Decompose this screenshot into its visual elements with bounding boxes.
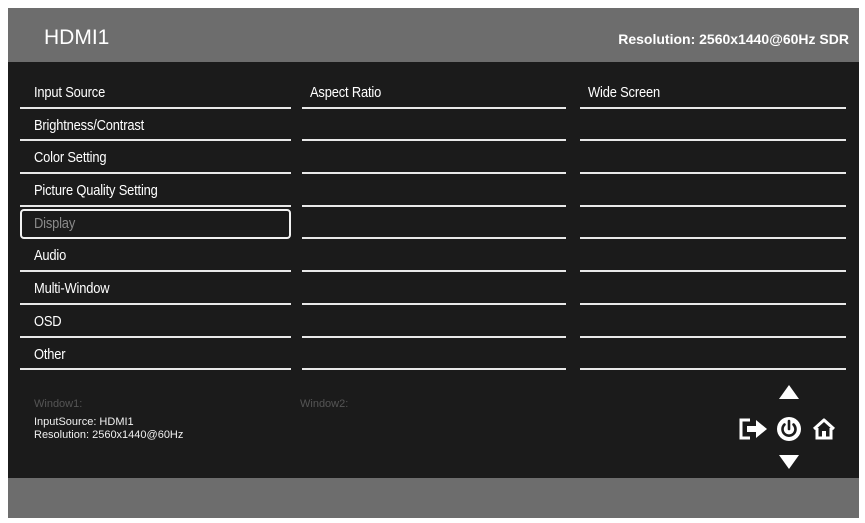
divider — [302, 204, 566, 207]
divider — [580, 302, 846, 305]
divider — [580, 368, 846, 371]
divider — [302, 172, 566, 175]
divider — [580, 204, 846, 207]
exit-icon[interactable] — [738, 417, 768, 441]
option-item-label: Wide Screen — [588, 84, 660, 101]
menu-item-label: Input Source — [34, 84, 106, 101]
menu-item-osd[interactable]: OSD — [20, 307, 291, 340]
divider — [302, 302, 566, 305]
divider — [580, 139, 846, 142]
triangle-up-icon[interactable] — [779, 385, 799, 399]
menu-item-picture-quality-setting[interactable]: Picture Quality Setting — [20, 176, 291, 209]
menu-item-label: OSD — [34, 312, 62, 330]
divider — [20, 139, 291, 142]
divider — [20, 204, 291, 207]
submenu-item-empty — [302, 241, 566, 274]
divider — [20, 270, 291, 273]
divider — [580, 237, 846, 240]
input-title: HDMI1 — [44, 26, 110, 49]
osd-menu: HDMI1 Resolution: 2560x1440@60Hz SDR Inp… — [8, 8, 859, 518]
divider — [302, 270, 566, 273]
option-item-empty — [580, 176, 846, 209]
divider — [20, 106, 291, 109]
home-icon[interactable] — [812, 418, 836, 440]
divider — [20, 368, 291, 371]
menu-item-audio[interactable]: Audio — [20, 241, 291, 274]
divider — [580, 106, 846, 109]
submenu-item-empty — [302, 340, 566, 373]
divider — [580, 335, 846, 338]
main-menu-column: Input Source Brightness/Contrast Color S… — [20, 78, 291, 372]
divider — [580, 172, 846, 175]
menu-item-color-setting[interactable]: Color Setting — [20, 143, 291, 176]
option-item-empty — [580, 209, 846, 242]
divider — [302, 106, 566, 109]
submenu-item-aspect-ratio[interactable]: Aspect Ratio — [302, 78, 566, 111]
option-item-empty — [580, 274, 846, 307]
divider — [20, 172, 291, 175]
menu-item-other[interactable]: Other — [20, 340, 291, 373]
option-column: Wide Screen — [580, 78, 846, 372]
divider — [580, 270, 846, 273]
header-bar: HDMI1 Resolution: 2560x1440@60Hz SDR — [8, 8, 859, 62]
menu-item-label: Display — [34, 214, 76, 232]
menu-item-multi-window[interactable]: Multi-Window — [20, 274, 291, 307]
submenu-item-empty — [302, 307, 566, 340]
menu-item-brightness-contrast[interactable]: Brightness/Contrast — [20, 111, 291, 144]
control-pad — [730, 383, 840, 473]
triangle-down-icon[interactable] — [779, 455, 799, 469]
divider — [20, 302, 291, 305]
footer-bar — [8, 478, 859, 518]
menu-item-display[interactable]: Display — [20, 208, 291, 242]
submenu-item-empty — [302, 209, 566, 242]
menu-item-label: Other — [34, 345, 66, 363]
menu-item-label: Brightness/Contrast — [34, 116, 145, 134]
divider — [302, 335, 566, 338]
window1-title: Window1: — [34, 398, 83, 410]
menu-item-input-source[interactable]: Input Source — [20, 78, 291, 111]
menu-item-label: Color Setting — [34, 149, 107, 167]
window1-input-source: InputSource: HDMI1 — [34, 416, 134, 428]
divider — [302, 139, 566, 142]
submenu-item-empty — [302, 143, 566, 176]
submenu-column: Aspect Ratio — [302, 78, 566, 372]
divider — [302, 237, 566, 240]
submenu-item-label: Aspect Ratio — [310, 84, 382, 101]
submenu-item-empty — [302, 111, 566, 144]
option-item-empty — [580, 111, 846, 144]
window1-resolution: Resolution: 2560x1440@60Hz — [34, 429, 184, 441]
window1-info: Window1: InputSource: HDMI1 Resolution: … — [34, 398, 294, 442]
option-item-empty — [580, 307, 846, 340]
option-item-empty — [580, 143, 846, 176]
divider — [20, 335, 291, 338]
resolution-status: Resolution: 2560x1440@60Hz SDR — [618, 31, 849, 47]
window2-info: Window2: — [300, 398, 420, 410]
divider — [302, 368, 566, 371]
option-item-empty — [580, 241, 846, 274]
submenu-item-empty — [302, 176, 566, 209]
menu-item-label: Multi-Window — [34, 280, 110, 298]
option-item-empty — [580, 340, 846, 373]
menu-item-label: Picture Quality Setting — [34, 182, 158, 200]
power-icon[interactable] — [776, 416, 802, 442]
option-item-wide-screen[interactable]: Wide Screen — [580, 78, 846, 111]
menu-item-label: Audio — [34, 247, 67, 265]
window2-title: Window2: — [300, 398, 349, 410]
submenu-item-empty — [302, 274, 566, 307]
